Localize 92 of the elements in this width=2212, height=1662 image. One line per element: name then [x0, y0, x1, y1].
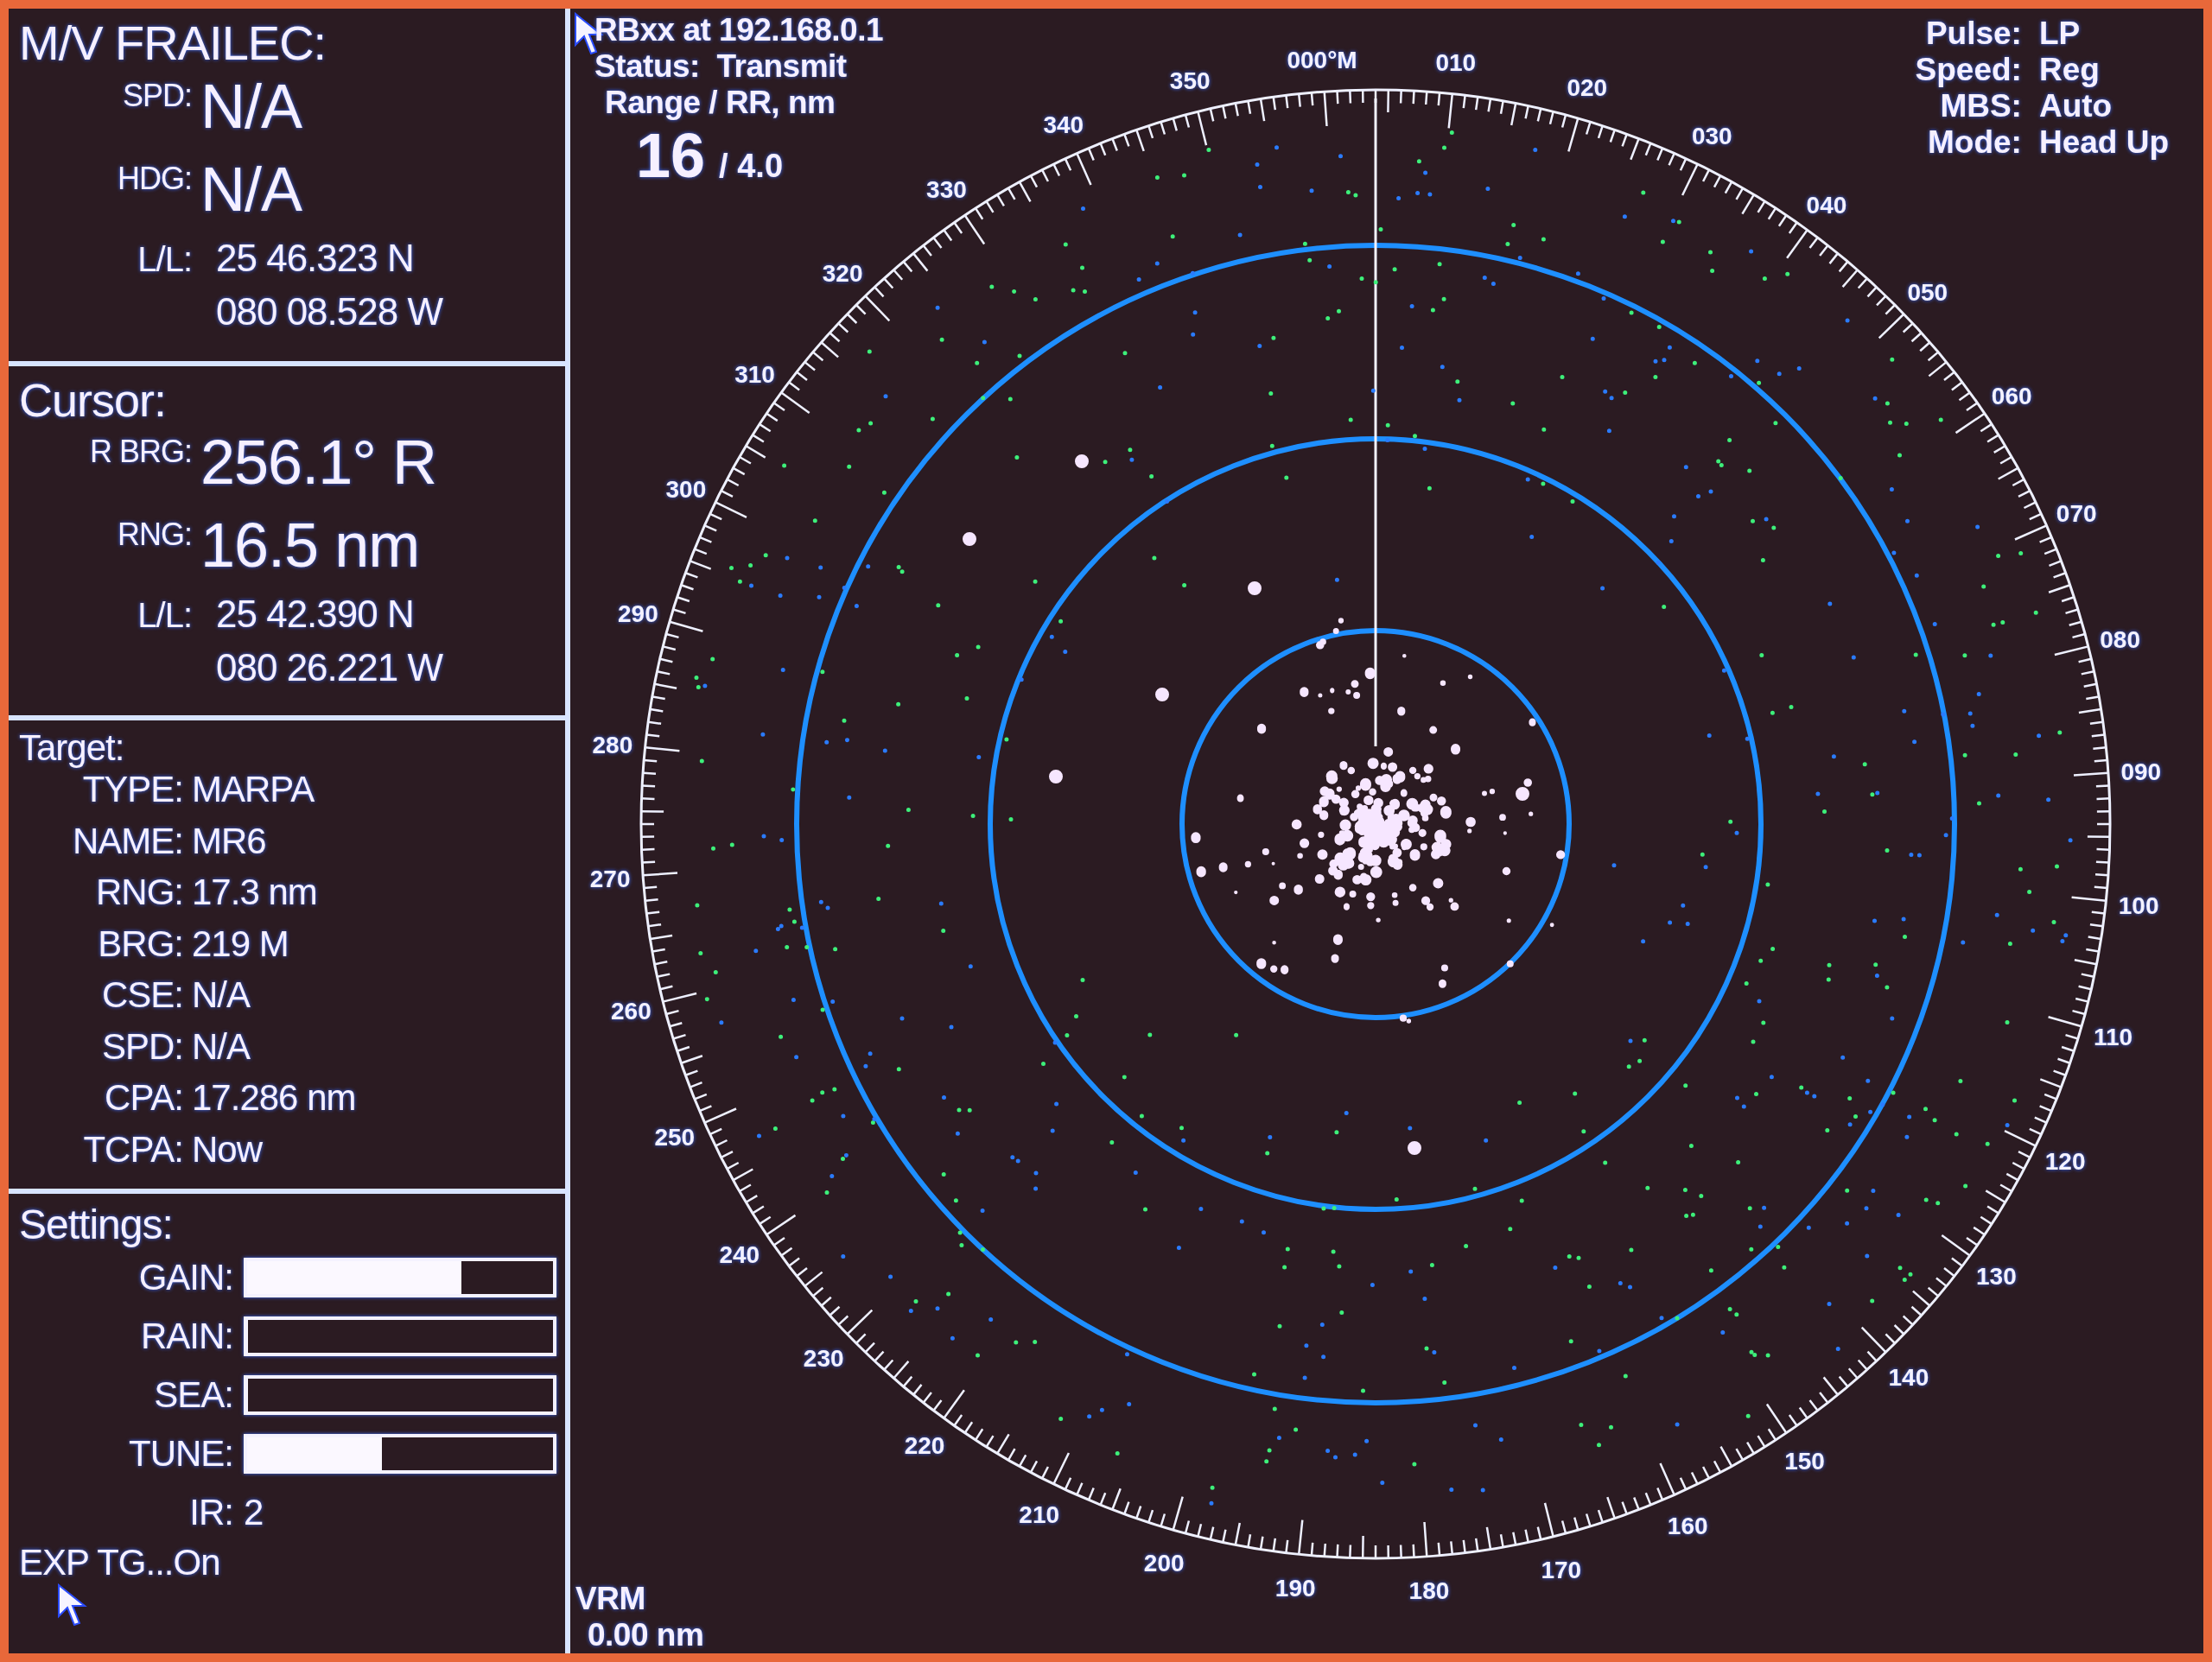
- field-label: SPD:: [122, 77, 192, 115]
- bearing-label: 210: [1019, 1501, 1060, 1529]
- field-label: BRG:: [98, 923, 183, 965]
- bearing-label: 090: [2120, 758, 2162, 786]
- mode-label: Mode:: [1928, 124, 2022, 161]
- field-label: CSE:: [101, 974, 183, 1017]
- bearing-label: 250: [654, 1124, 696, 1151]
- bearing-label: 030: [1691, 122, 1732, 149]
- setting-label: TUNE:: [129, 1433, 233, 1475]
- field-label: HDG:: [118, 160, 192, 198]
- mode-value: Head Up: [2038, 124, 2169, 161]
- field-value: 25 42.390 N: [216, 593, 415, 637]
- setting-label: RAIN:: [141, 1316, 233, 1358]
- field-value: 25 46.323 N: [216, 237, 415, 281]
- mode-value: LP: [2038, 16, 2082, 52]
- field-value: MARPA: [192, 769, 315, 811]
- field-label: SPD:: [101, 1025, 183, 1068]
- field-value: N/A: [200, 154, 303, 225]
- field-label: TCPA:: [83, 1128, 183, 1170]
- field-value: 080 08.528 W: [216, 290, 444, 334]
- section-title: Cursor:: [19, 373, 168, 428]
- field-value: 219 M: [192, 923, 289, 965]
- vessel-title: M/V FRAILEC:: [19, 16, 327, 72]
- field-label: CPA:: [105, 1077, 183, 1120]
- bearing-label: 220: [904, 1432, 945, 1460]
- field-value: Now: [192, 1128, 264, 1170]
- field-value: N/A: [192, 974, 251, 1017]
- section-title: Settings:: [19, 1201, 174, 1249]
- field-label: NAME:: [73, 820, 183, 862]
- expanded-target-setting: EXP TG...On: [19, 1542, 221, 1584]
- bearing-label: 260: [611, 997, 652, 1024]
- bearing-label: 330: [926, 175, 967, 203]
- field-value: 17.3 nm: [192, 872, 318, 914]
- field-value: 256.1° R: [200, 427, 437, 498]
- bearing-label: 050: [1907, 279, 1948, 307]
- vrm-value: 0.00 nm: [587, 1617, 704, 1653]
- bearing-label: 040: [1806, 191, 1847, 219]
- bearing-label: 010: [1435, 48, 1477, 76]
- setting-value: 2: [244, 1492, 264, 1534]
- ring-spacing: / 4.0: [719, 148, 784, 184]
- field-value: 080 26.221 W: [216, 646, 444, 690]
- field-value: 16.5 nm: [200, 510, 421, 581]
- field-label: RNG:: [118, 516, 192, 554]
- bearing-label: 290: [618, 600, 658, 628]
- bearing-label: 300: [665, 475, 707, 503]
- field-label: RNG:: [96, 872, 183, 914]
- bearing-label: 240: [719, 1240, 760, 1268]
- bearing-label: 110: [2094, 1023, 2133, 1050]
- bearing-label: 080: [2100, 626, 2140, 654]
- field-label: TYPE:: [82, 769, 183, 811]
- range-value: 16: [636, 121, 706, 190]
- field-value: N/A: [192, 1025, 251, 1068]
- mode-value: Reg: [2038, 52, 2101, 88]
- range-heading: Range / RR, nm: [604, 85, 836, 121]
- bearing-label: 130: [1976, 1262, 2017, 1290]
- bearing-label: 060: [1991, 383, 2032, 410]
- bearing-label: 170: [1541, 1556, 1582, 1583]
- bearing-label: 350: [1169, 67, 1211, 95]
- field-value: 17.286 nm: [192, 1077, 357, 1120]
- bearing-label: 230: [803, 1344, 844, 1372]
- bearing-label: 070: [2056, 499, 2097, 527]
- bearing-label: 200: [1143, 1549, 1185, 1576]
- field-label: L/L:: [137, 596, 192, 636]
- section-title: Target:: [19, 727, 125, 770]
- mode-label: Speed:: [1915, 52, 2022, 88]
- field-value: N/A: [200, 71, 303, 143]
- bearing-label: 270: [589, 865, 631, 892]
- bearing-label: 150: [1784, 1448, 1825, 1475]
- bearing-label: 120: [2044, 1148, 2086, 1176]
- bearing-label: 280: [592, 732, 633, 759]
- bearing-label: 320: [822, 260, 863, 288]
- bearing-label: 340: [1043, 111, 1084, 138]
- setting-label: SEA:: [154, 1374, 233, 1417]
- bearing-label: 310: [734, 361, 775, 389]
- vrm-label: VRM: [575, 1581, 646, 1617]
- field-label: L/L:: [137, 240, 192, 280]
- bearing-label: 100: [2118, 891, 2159, 919]
- setting-label: IR:: [189, 1492, 233, 1534]
- field-value: MR6: [192, 820, 267, 862]
- bearing-label: 020: [1567, 74, 1608, 102]
- mode-label: Pulse:: [1925, 16, 2022, 52]
- field-label: R BRG:: [90, 433, 192, 471]
- radar-status: Status: Transmit: [594, 48, 848, 85]
- bearing-label: 160: [1667, 1513, 1708, 1540]
- mode-value: Auto: [2038, 88, 2113, 124]
- bearing-label: 140: [1888, 1363, 1929, 1391]
- setting-label: GAIN:: [138, 1257, 233, 1299]
- bearing-label: 000°M: [1287, 47, 1357, 74]
- radar-source: RBxx at 192.168.0.1: [594, 12, 883, 48]
- bearing-label: 190: [1274, 1575, 1316, 1602]
- mode-label: MBS:: [1940, 88, 2022, 124]
- bearing-label: 180: [1408, 1576, 1450, 1604]
